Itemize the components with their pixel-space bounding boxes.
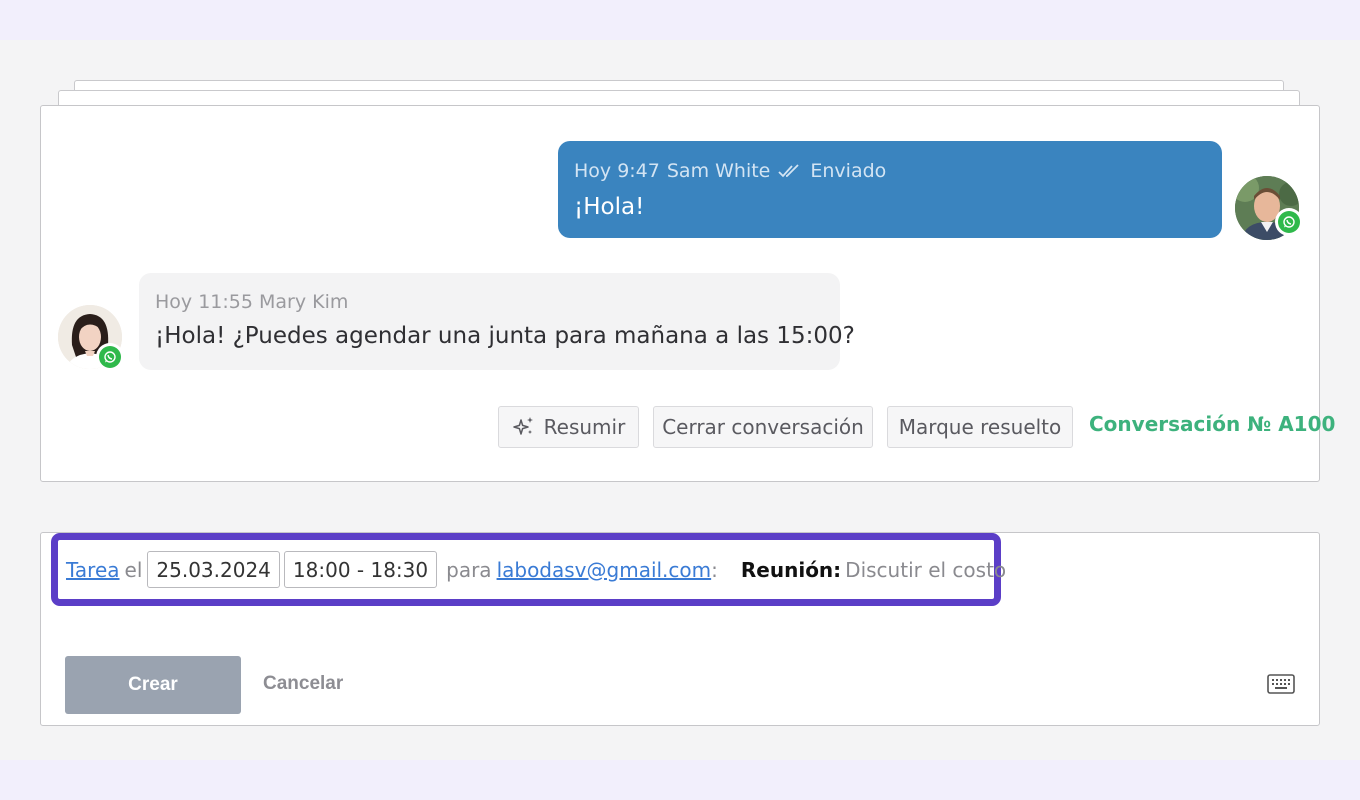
task-sentence: Tarea el 25.03.2024 18:00 - 18:30 para l… [51, 533, 1006, 606]
whatsapp-icon [1275, 208, 1303, 236]
task-category-label: Reunión: [740, 557, 842, 582]
task-for-word: para [446, 557, 492, 582]
incoming-author: Mary Kim [259, 291, 349, 313]
task-type-link[interactable]: Tarea [66, 558, 120, 582]
outgoing-status: Enviado [810, 160, 887, 182]
whatsapp-icon [96, 343, 124, 371]
mark-resolved-button[interactable]: Marque resuelto [887, 406, 1073, 448]
conversation-card: Hoy 9:47 Sam White Enviado ¡Hola! Hoy 11… [40, 105, 1335, 482]
outgoing-time: Hoy 9:47 [574, 160, 660, 182]
task-description[interactable]: Discutir el costo [845, 558, 1006, 582]
bottom-band [0, 760, 1360, 800]
outgoing-message-text: ¡Hola! [574, 194, 645, 220]
task-time-field[interactable]: 18:00 - 18:30 [283, 551, 438, 588]
summarize-button[interactable]: Resumir [498, 406, 639, 448]
task-date-field[interactable]: 25.03.2024 [147, 551, 280, 588]
summarize-label: Resumir [543, 415, 626, 439]
sparkles-icon [512, 417, 533, 435]
create-button[interactable]: Crear [65, 656, 241, 714]
double-check-icon [778, 164, 800, 178]
keyboard-icon[interactable] [1267, 673, 1295, 695]
top-band [0, 0, 1360, 40]
task-on-word: el [124, 557, 143, 582]
incoming-message-meta: Hoy 11:55 Mary Kim [155, 291, 348, 313]
outgoing-message: Hoy 9:47 Sam White Enviado ¡Hola! [558, 141, 1222, 238]
task-assignee-link[interactable]: labodasv@gmail.com [497, 558, 712, 582]
incoming-time: Hoy 11:55 [155, 291, 253, 313]
incoming-message-text: ¡Hola! ¿Puedes agendar una junta para ma… [155, 323, 855, 349]
task-colon: : [711, 557, 718, 582]
outgoing-message-meta: Hoy 9:47 Sam White Enviado [574, 160, 886, 182]
outgoing-author: Sam White [666, 160, 771, 182]
cancel-button[interactable]: Cancelar [263, 673, 343, 695]
task-composer: Tarea el 25.03.2024 18:00 - 18:30 para l… [40, 532, 1320, 726]
close-conversation-button[interactable]: Cerrar conversación [653, 406, 873, 448]
incoming-message: Hoy 11:55 Mary Kim ¡Hola! ¿Puedes agenda… [139, 273, 855, 370]
conversation-number[interactable]: Conversación № A100 [1089, 412, 1335, 436]
